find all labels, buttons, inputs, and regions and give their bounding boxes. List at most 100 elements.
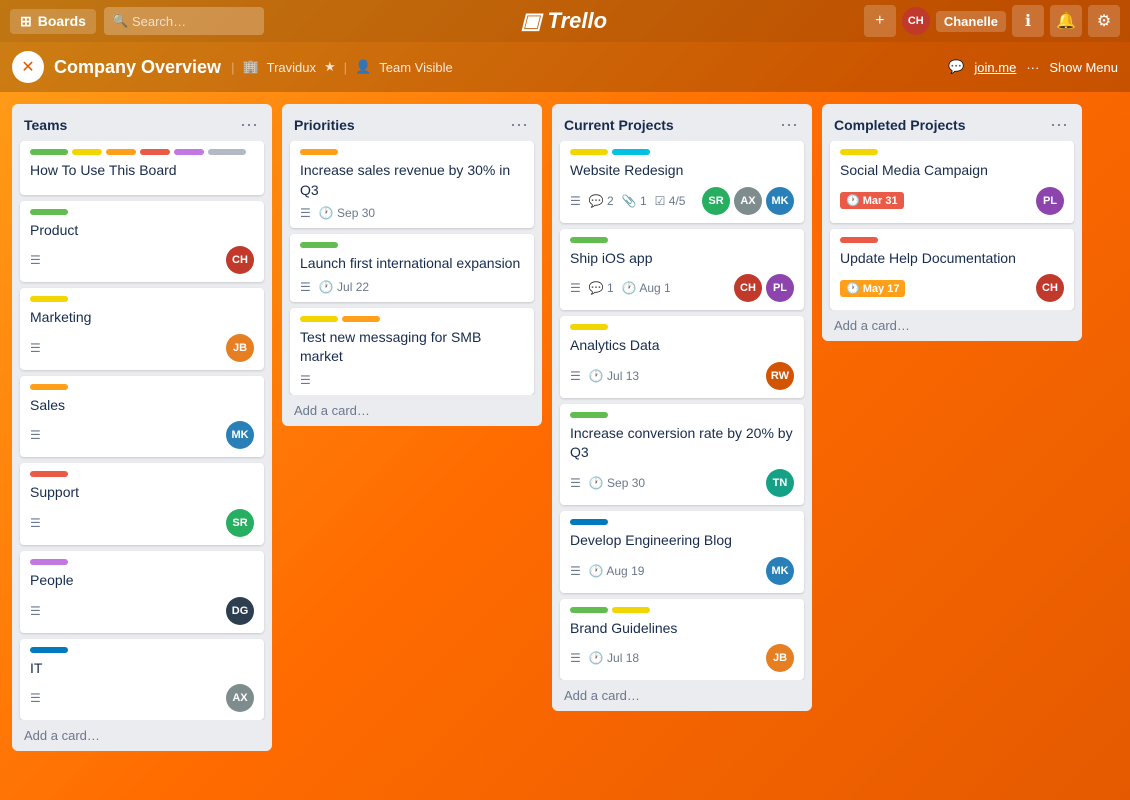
table-row[interactable]: Ship iOS app☰💬 1🕐 Aug 1CHPL [560,229,804,311]
card-labels [300,316,524,322]
meta-item: ☰ [570,651,581,665]
table-row[interactable]: Marketing☰JB [20,288,264,370]
avatar: CH [1036,274,1064,302]
add-card-current-projects[interactable]: Add a card… [552,680,812,711]
table-row[interactable]: Update Help Documentation🕐 May 17CH [830,229,1074,311]
table-row[interactable]: Develop Engineering Blog☰🕐 Aug 19MK [560,511,804,593]
card-avatars: JB [226,334,254,362]
show-menu-button[interactable]: Show Menu [1049,60,1118,75]
notifications-button[interactable]: 🔔 [1050,5,1082,37]
avatar: SR [226,509,254,537]
card-labels [840,237,1064,243]
table-row[interactable]: How To Use This Board [20,141,264,195]
add-button[interactable]: + [864,5,896,37]
card-title: Social Media Campaign [840,161,1064,181]
list-menu-button-priorities[interactable]: ··· [508,114,530,135]
card-labels [570,412,794,418]
label-red [840,237,878,243]
list-menu-button-completed-projects[interactable]: ··· [1048,114,1070,135]
avatar: DG [226,597,254,625]
table-row[interactable]: Sales☰MK [20,376,264,458]
card-meta: ☰CH [30,246,254,274]
table-row[interactable]: People☰DG [20,551,264,633]
card-labels [300,242,524,248]
table-row[interactable]: Launch first international expansion☰🕐 J… [290,234,534,302]
meta-item: ☰ [30,516,41,530]
list-menu-button-current-projects[interactable]: ··· [778,114,800,135]
add-card-priorities[interactable]: Add a card… [282,395,542,426]
card-meta: ☰ JB [30,334,254,362]
label-yellow [72,149,102,155]
card-labels [570,149,794,155]
table-row[interactable]: IT☰AX [20,639,264,721]
list-completed-projects: Completed Projects···Social Media Campai… [822,104,1082,341]
meta-item: 🕐 Jul 13 [589,369,639,383]
card-avatars: CH [226,246,254,274]
avatar: PL [766,274,794,302]
card-meta: ☰MK [30,421,254,449]
meta-item: ☰ [570,564,581,578]
meta-item: 🕐 Aug 1 [622,281,671,295]
card-title: IT [30,659,254,679]
list-header-priorities: Priorities··· [282,104,542,141]
card-title: How To Use This Board [30,161,254,181]
board-meta: | 🏢 Travidux ★ | 👤 Team Visible [231,59,453,75]
card-avatars: TN [766,469,794,497]
avatar: PL [1036,187,1064,215]
meta-item: ☑ 4/5 [655,194,686,208]
table-row[interactable]: Analytics Data☰🕐 Jul 13RW [560,316,804,398]
card-meta: ☰🕐 Sep 30 [300,206,524,220]
card-title: Increase sales revenue by 30% in Q3 [300,161,524,200]
table-row[interactable]: Brand Guidelines☰🕐 Jul 18JB [560,599,804,681]
table-row[interactable]: Increase conversion rate by 20% by Q3☰🕐 … [560,404,804,505]
label-green [570,412,608,418]
card-avatars: SR [226,509,254,537]
card-meta: ☰💬 1🕐 Aug 1CHPL [570,274,794,302]
card-meta: ☰ SR [30,509,254,537]
avatar: TN [766,469,794,497]
avatar: MK [766,187,794,215]
add-card-completed-projects[interactable]: Add a card… [822,310,1082,341]
table-row[interactable]: Support☰SR [20,463,264,545]
grid-icon: ⊞ [20,13,32,30]
ellipsis-icon: ··· [1026,60,1039,75]
card-meta: ☰DG [30,597,254,625]
star-icon[interactable]: ★ [324,59,336,75]
meta-item: ☰ [30,691,41,705]
card-avatars: MK [766,557,794,585]
label-gray [208,149,246,155]
label-blue [570,519,608,525]
list-title-teams: Teams [24,117,67,133]
user-menu-button[interactable]: Chanelle [936,11,1006,32]
table-row[interactable]: Test new messaging for SMB market☰ [290,308,534,395]
list-menu-button-teams[interactable]: ··· [238,114,260,135]
card-avatars: MK [226,421,254,449]
label-blue [30,647,68,653]
card-avatars: PL [1036,187,1064,215]
table-row[interactable]: Website Redesign☰💬 2📎 1☑ 4/5SRAXMK [560,141,804,223]
avatar: CH [734,274,762,302]
boards-button[interactable]: ⊞ Boards [10,9,96,34]
list-cards-teams: How To Use This BoardProduct☰CHMarketing… [12,141,272,720]
label-yellow [570,324,608,330]
add-card-teams[interactable]: Add a card… [12,720,272,751]
list-header-current-projects: Current Projects··· [552,104,812,141]
search-icon: 🔍 [112,13,128,29]
card-meta: ☰🕐 Jul 22 [300,280,524,294]
card-title: Ship iOS app [570,249,794,269]
settings-button[interactable]: ⚙ [1088,5,1120,37]
search-wrap: 🔍 [104,7,264,35]
table-row[interactable]: Product☰CH [20,201,264,283]
label-green [30,209,68,215]
info-button[interactable]: ℹ [1012,5,1044,37]
list-cards-current-projects: Website Redesign☰💬 2📎 1☑ 4/5SRAXMK Ship i… [552,141,812,680]
card-avatars: JB [766,644,794,672]
meta-item: 🕐 Aug 19 [589,564,645,578]
join-link[interactable]: join.me [974,60,1016,75]
card-labels [570,607,794,613]
table-row[interactable]: Increase sales revenue by 30% in Q3 ☰🕐 Se… [290,141,534,228]
card-meta: ☰🕐 Jul 13RW [570,362,794,390]
meta-item: ☰ [30,341,41,355]
card-labels [30,209,254,215]
table-row[interactable]: Social Media Campaign🕐 Mar 31PL [830,141,1074,223]
